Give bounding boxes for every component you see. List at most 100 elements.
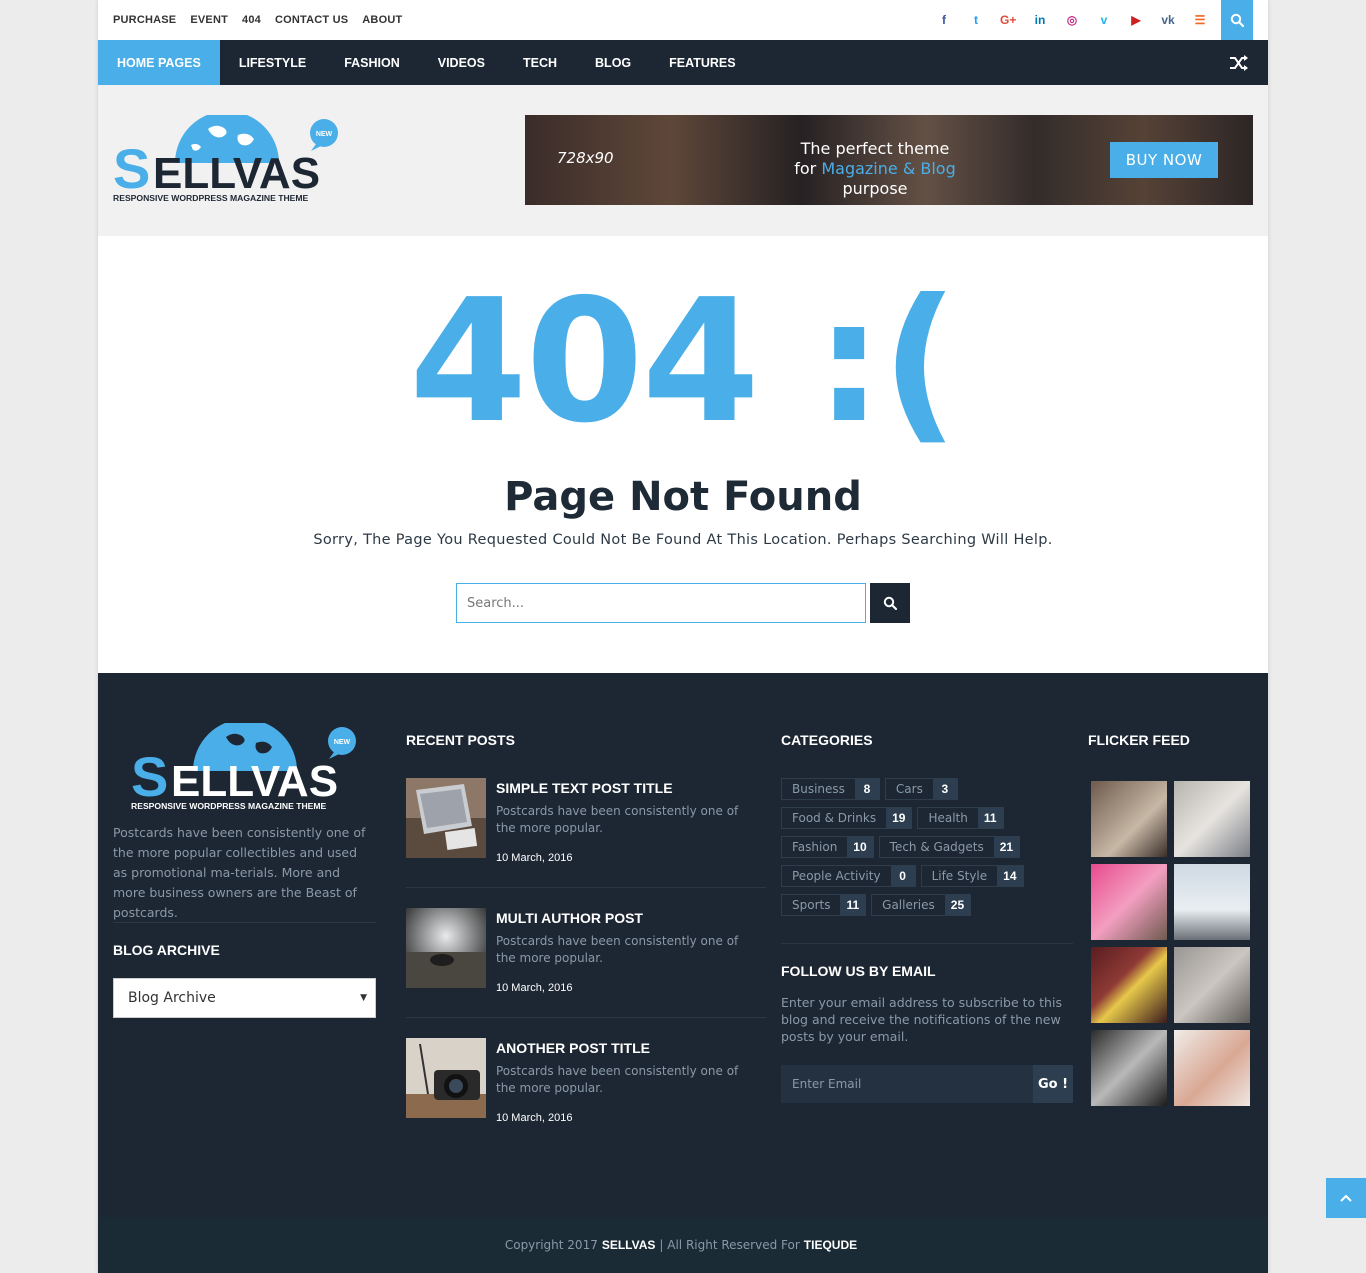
chevron-down-icon: ▼: [360, 993, 367, 1003]
instagram-icon[interactable]: ◎: [1064, 13, 1080, 27]
top-link-404[interactable]: 404: [242, 14, 261, 26]
shuffle-icon[interactable]: [1228, 52, 1250, 74]
category-tag[interactable]: Life Style 14: [920, 865, 1024, 887]
recent-post-item[interactable]: SIMPLE TEXT POST TITLE Postcards have be…: [406, 778, 766, 908]
flickr-photo[interactable]: [1091, 1030, 1167, 1106]
top-link-about[interactable]: ABOUT: [362, 14, 402, 26]
nav-item-videos[interactable]: VIDEOS: [419, 40, 504, 85]
top-links: PURCHASE EVENT 404 CONTACT US ABOUT: [113, 0, 402, 40]
twitter-icon[interactable]: t: [968, 13, 984, 27]
vimeo-icon[interactable]: v: [1096, 13, 1112, 27]
main-nav: HOME PAGES LIFESTYLE FASHION VIDEOS TECH…: [98, 40, 1268, 85]
email-field[interactable]: [781, 1065, 1033, 1103]
flickr-photo[interactable]: [1174, 1030, 1250, 1106]
category-count: 3: [932, 779, 957, 799]
category-tag[interactable]: Food & Drinks 19: [781, 807, 913, 829]
google-plus-icon[interactable]: G+: [1000, 13, 1016, 27]
chevron-up-icon: [1340, 1194, 1352, 1202]
nav-item-features[interactable]: FEATURES: [650, 40, 754, 85]
back-to-top-button[interactable]: [1326, 1178, 1366, 1218]
follow-email-text: Enter your email address to subscribe to…: [781, 995, 1062, 1044]
flickr-heading: FLICKER FEED: [1088, 732, 1190, 748]
categories-heading: CATEGORIES: [781, 732, 873, 748]
category-tag[interactable]: Cars 3: [884, 778, 958, 800]
flickr-photo[interactable]: [1091, 864, 1167, 940]
category-tag[interactable]: Sports 11: [781, 894, 867, 916]
ad-banner[interactable]: 728x90 The perfect theme for Magazine & …: [525, 115, 1253, 205]
subscribe-form: Go !: [781, 1065, 1073, 1103]
post-title[interactable]: MULTI AUTHOR POST: [496, 910, 643, 926]
category-name: Health: [928, 811, 968, 825]
footer-logo-tagline: RESPONSIVE WORDPRESS MAGAZINE THEME: [131, 801, 327, 811]
category-name: Galleries: [882, 898, 935, 912]
flickr-photo[interactable]: [1174, 947, 1250, 1023]
top-link-contact[interactable]: CONTACT US: [275, 14, 348, 26]
category-count: 25: [944, 895, 971, 915]
youtube-icon[interactable]: ▶: [1128, 13, 1144, 27]
category-name: Tech & Gadgets: [889, 840, 984, 854]
svg-text:ELLVAS: ELLVAS: [153, 149, 320, 198]
flickr-photo[interactable]: [1174, 781, 1250, 857]
nav-item-tech[interactable]: TECH: [504, 40, 576, 85]
logo-badge: NEW: [316, 131, 333, 138]
svg-text:S: S: [113, 137, 150, 200]
top-search-button[interactable]: [1221, 0, 1253, 40]
site-header: NEW S ELLVAS RESPONSIVE WORDPRESS MAGAZI…: [98, 85, 1268, 236]
category-count: 10: [847, 837, 873, 857]
divider: [406, 887, 766, 888]
category-name: Food & Drinks: [792, 811, 877, 825]
copyright-owner[interactable]: TIEQUDE: [804, 1238, 857, 1252]
category-tag[interactable]: Health 11: [917, 807, 1004, 829]
flickr-photo[interactable]: [1091, 947, 1167, 1023]
divider: [781, 943, 1073, 944]
nav-item-home-pages[interactable]: HOME PAGES: [98, 40, 220, 85]
blog-archive-select[interactable]: Blog Archive ▼: [113, 978, 376, 1018]
category-name: Sports: [792, 898, 831, 912]
nav-list: HOME PAGES LIFESTYLE FASHION VIDEOS TECH…: [98, 40, 1268, 85]
post-thumbnail[interactable]: [406, 1038, 486, 1118]
buy-now-button[interactable]: BUY NOW: [1110, 142, 1218, 178]
ad-headline: The perfect theme for Magazine & Blog pu…: [794, 139, 956, 198]
category-tag[interactable]: People Activity 0: [781, 865, 916, 887]
post-thumbnail[interactable]: [406, 778, 486, 858]
category-tag[interactable]: Fashion 10: [781, 836, 874, 858]
page-title: Page Not Found: [504, 474, 862, 520]
rss-icon[interactable]: ☰: [1192, 13, 1208, 27]
category-name: Fashion: [792, 840, 838, 854]
nav-item-fashion[interactable]: FASHION: [325, 40, 419, 85]
post-excerpt: Postcards have been consistently one of …: [496, 804, 739, 835]
top-link-event[interactable]: EVENT: [190, 14, 228, 26]
vk-icon[interactable]: vk: [1160, 13, 1176, 27]
top-link-purchase[interactable]: PURCHASE: [113, 14, 176, 26]
footer-logo[interactable]: NEW S ELLVAS RESPONSIVE WORDPRESS MAGAZI…: [131, 723, 366, 818]
category-name: Cars: [895, 782, 923, 796]
copyright-brand[interactable]: SELLVAS: [602, 1238, 656, 1252]
recent-post-item[interactable]: MULTI AUTHOR POST Postcards have been co…: [406, 908, 766, 1038]
divider: [113, 922, 376, 923]
post-thumbnail[interactable]: [406, 908, 486, 988]
ad-size-label: 728x90: [557, 149, 614, 167]
site-logo[interactable]: NEW S ELLVAS RESPONSIVE WORDPRESS MAGAZI…: [113, 115, 348, 210]
nav-item-lifestyle[interactable]: LIFESTYLE: [220, 40, 325, 85]
category-count: 14: [997, 866, 1023, 886]
error-code: 404 :(: [409, 263, 959, 461]
nav-item-blog[interactable]: BLOG: [576, 40, 650, 85]
error-search-form: [456, 583, 910, 623]
flickr-photo[interactable]: [1174, 864, 1250, 940]
recent-post-item[interactable]: ANOTHER POST TITLE Postcards have been c…: [406, 1038, 766, 1168]
category-tag[interactable]: Galleries 25: [871, 894, 972, 916]
post-title[interactable]: SIMPLE TEXT POST TITLE: [496, 780, 673, 796]
post-date: 10 March, 2016: [496, 982, 573, 994]
follow-email-heading: FOLLOW US BY EMAIL: [781, 963, 936, 979]
search-button[interactable]: [870, 583, 910, 623]
linkedin-icon[interactable]: in: [1032, 13, 1048, 27]
search-input[interactable]: [456, 583, 866, 623]
category-tag[interactable]: Business 8: [781, 778, 880, 800]
logo-tagline: RESPONSIVE WORDPRESS MAGAZINE THEME: [113, 193, 309, 203]
subscribe-button[interactable]: Go !: [1033, 1065, 1073, 1103]
category-count: 11: [977, 808, 1003, 828]
facebook-icon[interactable]: f: [936, 13, 952, 27]
flickr-photo[interactable]: [1091, 781, 1167, 857]
post-title[interactable]: ANOTHER POST TITLE: [496, 1040, 650, 1056]
category-tag[interactable]: Tech & Gadgets 21: [878, 836, 1021, 858]
